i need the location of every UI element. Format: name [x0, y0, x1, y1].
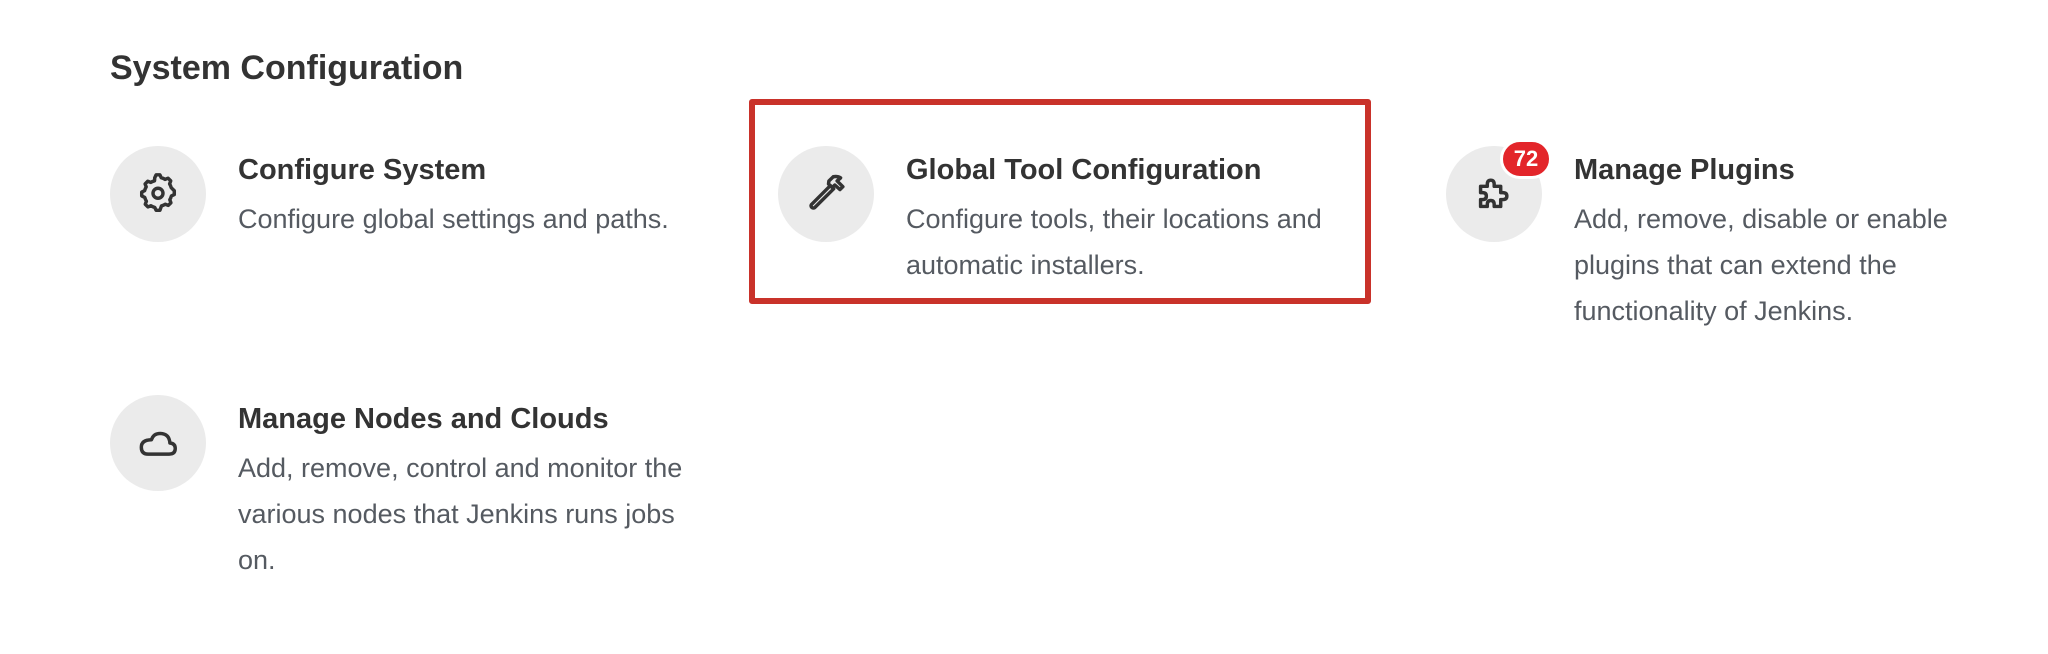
configure-system-icon-container	[110, 146, 206, 242]
manage-nodes-and-clouds-link[interactable]: Manage Nodes and Clouds Add, remove, con…	[110, 395, 710, 585]
global-tool-configuration-icon-container	[778, 146, 874, 242]
manage-nodes-and-clouds-icon-container	[110, 395, 206, 491]
configure-system-description: Configure global settings and paths.	[238, 204, 669, 234]
hammer-icon	[809, 174, 845, 210]
configure-system-title: Configure System	[238, 154, 487, 186]
global-tool-configuration-title: Global Tool Configuration	[906, 154, 1262, 186]
puzzle-icon	[1478, 178, 1509, 209]
cloud-icon	[139, 431, 177, 456]
global-tool-configuration-link[interactable]: Global Tool Configuration Configure tool…	[778, 146, 1358, 286]
gear-icon	[139, 173, 177, 213]
manage-nodes-and-clouds-title: Manage Nodes and Clouds	[238, 403, 609, 435]
section-title: System Configuration	[110, 49, 464, 87]
global-tool-configuration-description: Configure tools, their locations and aut…	[906, 204, 1322, 280]
manage-nodes-and-clouds-description: Add, remove, control and monitor the var…	[238, 453, 683, 575]
plugin-updates-badge: 72	[1500, 139, 1552, 179]
manage-plugins-title: Manage Plugins	[1574, 154, 1795, 186]
manage-plugins-description: Add, remove, disable or enable plugins t…	[1574, 204, 1948, 326]
configure-system-link[interactable]: Configure System Configure global settin…	[110, 146, 710, 266]
